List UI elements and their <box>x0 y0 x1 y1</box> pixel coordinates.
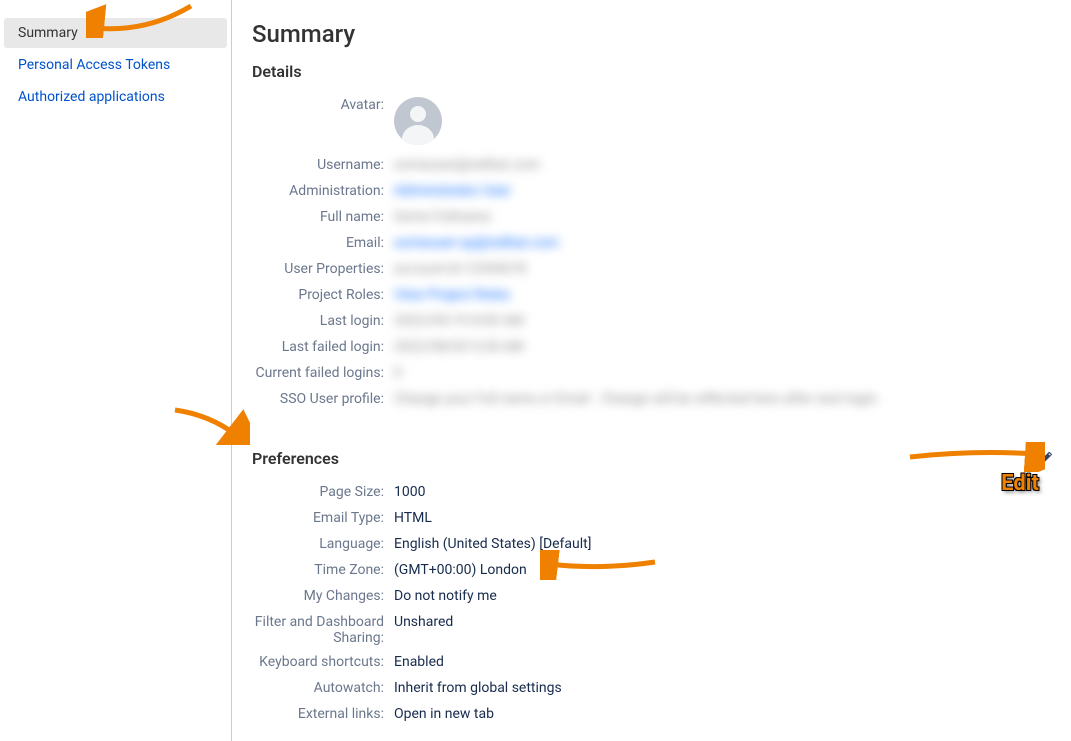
edit-preferences-button[interactable] <box>1037 451 1053 471</box>
mychanges-value: Do not notify me <box>394 586 1057 604</box>
pencil-icon <box>1037 451 1053 467</box>
timezone-value: (GMT+00:00) London <box>394 560 1057 578</box>
avatar <box>394 97 442 145</box>
autowatch-value: Inherit from global settings <box>394 678 1057 696</box>
sso-label: SSO User profile: <box>252 389 394 407</box>
sidebar: Summary Personal Access Tokens Authorize… <box>0 0 232 741</box>
sidebar-item-summary[interactable]: Summary <box>4 18 227 48</box>
language-label: Language: <box>252 534 394 552</box>
details-heading: Details <box>252 62 1057 81</box>
lastlogin-label: Last login: <box>252 311 394 329</box>
projectroles-value: View Project Roles <box>394 285 1057 303</box>
emailtype-label: Email Type: <box>252 508 394 526</box>
avatar-label: Avatar: <box>252 95 394 113</box>
page-title: Summary <box>252 20 1057 48</box>
lastfailed-label: Last failed login: <box>252 337 394 355</box>
extlinks-label: External links: <box>252 704 394 722</box>
extlinks-value: Open in new tab <box>394 704 1057 722</box>
lastlogin-value: 2022/09/19 8:00 AM <box>394 311 1057 329</box>
projectroles-label: Project Roles: <box>252 285 394 303</box>
timezone-label: Time Zone: <box>252 560 394 578</box>
username-value: someuser@redhat.com <box>394 155 1057 173</box>
email-value: someuser-sp@redhat.com <box>394 233 1057 251</box>
pagesize-label: Page Size: <box>252 482 394 500</box>
sso-value: Change your Full name or Email Change wi… <box>394 389 1057 407</box>
fullname-value: Some Fullname <box>394 207 1057 225</box>
administration-value: Administrator User <box>394 181 1057 199</box>
email-label: Email: <box>252 233 394 251</box>
mychanges-label: My Changes: <box>252 586 394 604</box>
keyboard-label: Keyboard shortcuts: <box>252 652 394 670</box>
autowatch-label: Autowatch: <box>252 678 394 696</box>
lastfailed-value: 2022/08/03 5:28 AM <box>394 337 1057 355</box>
filtershare-label: Filter and Dashboard Sharing: <box>252 612 394 646</box>
main-content: Summary Details Avatar: Username: someus… <box>232 0 1071 741</box>
language-value: English (United States) [Default] <box>394 534 1057 552</box>
currentfailed-label: Current failed logins: <box>252 363 394 381</box>
currentfailed-value: 0 <box>394 363 1057 381</box>
pagesize-value: 1000 <box>394 482 1057 500</box>
filtershare-value: Unshared <box>394 612 1057 630</box>
preferences-section: Preferences Page Size: 1000 Email Type: … <box>252 449 1057 724</box>
keyboard-value: Enabled <box>394 652 1057 670</box>
fullname-label: Full name: <box>252 207 394 225</box>
sidebar-item-authorized-applications[interactable]: Authorized applications <box>4 82 227 112</box>
emailtype-value: HTML <box>394 508 1057 526</box>
sidebar-item-personal-access-tokens[interactable]: Personal Access Tokens <box>4 50 227 80</box>
userprops-value: account-id-12345678 <box>394 259 1057 277</box>
administration-label: Administration: <box>252 181 394 199</box>
username-label: Username: <box>252 155 394 173</box>
userprops-label: User Properties: <box>252 259 394 277</box>
preferences-heading: Preferences <box>252 449 1057 468</box>
details-section: Details Avatar: Username: someuser@redha… <box>252 62 1057 409</box>
